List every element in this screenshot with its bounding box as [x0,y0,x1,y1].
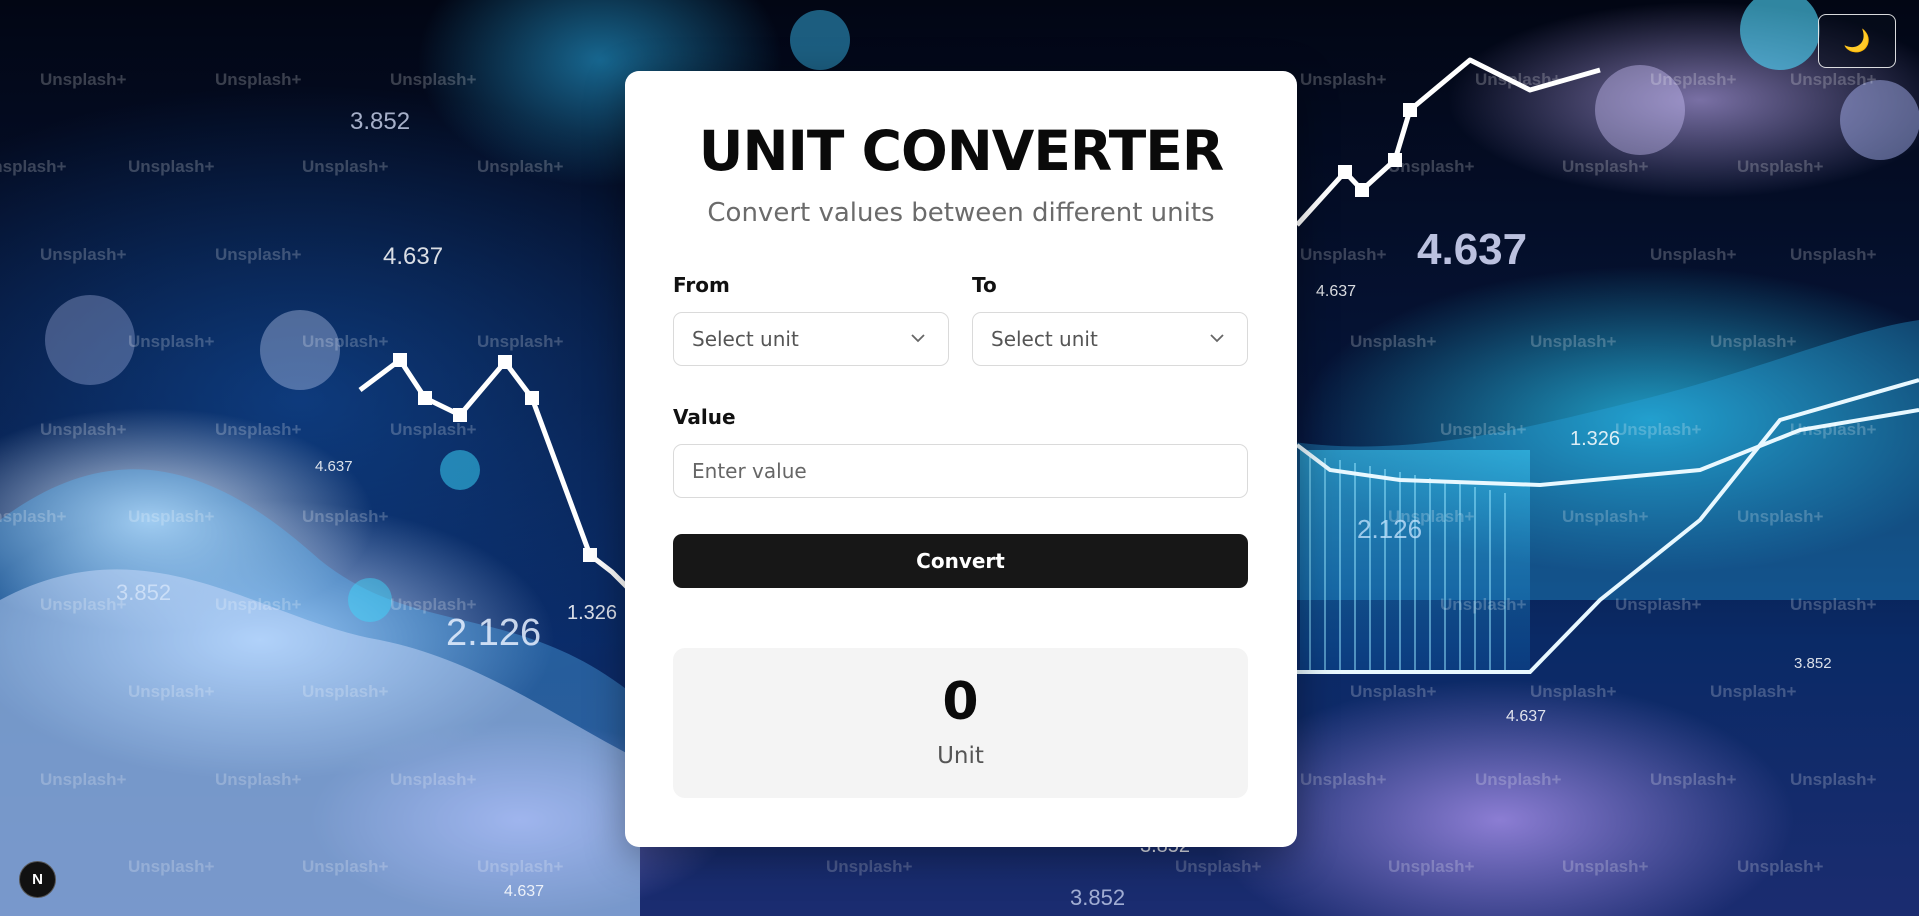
watermark: Unsplash+ [128,682,215,701]
watermark: Unsplash+ [0,507,67,526]
chevron-down-icon [911,334,925,343]
watermark: Unsplash+ [1737,507,1824,526]
chart-number: 3.852 [1794,655,1832,672]
chart-number: 1.326 [1570,428,1621,450]
from-unit-select[interactable]: Select unit [673,312,949,366]
watermark: Unsplash+ [128,507,215,526]
watermark: Unsplash+ [40,595,127,614]
watermark: Unsplash+ [1650,770,1737,789]
watermark: Unsplash+ [40,245,127,264]
chart-number: 3.852 [350,108,411,135]
watermark: Unsplash+ [128,857,215,876]
watermark: Unsplash+ [215,595,302,614]
nextjs-dev-indicator[interactable]: N [19,861,56,898]
page-subtitle: Convert values between different units [707,198,1215,228]
nextjs-logo-icon: N [32,871,43,888]
to-unit-select[interactable]: Select unit [972,312,1248,366]
watermark: Unsplash+ [1737,857,1824,876]
chart-number: 1.326 [567,602,618,624]
chart-number: 4.637 [1417,225,1528,274]
from-unit-placeholder: Select unit [692,327,799,351]
watermark: Unsplash+ [390,420,477,439]
result-unit: Unit [937,743,984,769]
watermark: Unsplash+ [390,770,477,789]
watermark: Unsplash+ [1790,245,1877,264]
to-label: To [972,273,997,297]
watermark: Unsplash+ [1790,595,1877,614]
watermark: Unsplash+ [40,70,127,89]
watermark: Unsplash+ [1300,245,1387,264]
chart-number: 4.637 [1506,708,1547,725]
chart-number: 2.126 [446,612,542,654]
watermark: Unsplash+ [0,157,67,176]
watermark: Unsplash+ [40,770,127,789]
watermark: Unsplash+ [302,682,389,701]
watermark: Unsplash+ [215,420,302,439]
watermark: Unsplash+ [477,157,564,176]
watermark: Unsplash+ [477,857,564,876]
converter-card: UNIT CONVERTER Convert values between di… [625,71,1297,847]
moon-icon: 🌙 [1843,28,1871,53]
convert-button[interactable]: Convert [673,534,1248,588]
chart-number: 4.637 [504,883,545,900]
watermark: Unsplash+ [1350,332,1437,351]
watermark: Unsplash+ [1175,857,1262,876]
watermark: Unsplash+ [1475,70,1562,89]
watermark: Unsplash+ [302,332,389,351]
watermark: Unsplash+ [302,157,389,176]
watermark: Unsplash+ [1350,682,1437,701]
watermark: Unsplash+ [1388,857,1475,876]
chart-number: 3.852 [116,580,172,605]
watermark: Unsplash+ [215,245,302,264]
watermark: Unsplash+ [215,70,302,89]
from-label: From [673,273,730,297]
watermark: Unsplash+ [477,332,564,351]
watermark: Unsplash+ [1440,595,1527,614]
watermark: Unsplash+ [1710,682,1797,701]
watermark: Unsplash+ [1650,245,1737,264]
to-unit-placeholder: Select unit [991,327,1098,351]
watermark: Unsplash+ [1790,420,1877,439]
watermark: Unsplash+ [1562,157,1649,176]
watermark: Unsplash+ [1650,70,1737,89]
watermark: Unsplash+ [128,157,215,176]
result-panel: 0 Unit [673,648,1248,798]
watermark: Unsplash+ [1615,595,1702,614]
watermark: Unsplash+ [1475,770,1562,789]
watermark: Unsplash+ [390,70,477,89]
theme-toggle-button[interactable]: 🌙 [1818,14,1896,68]
watermark: Unsplash+ [1530,682,1617,701]
watermark: Unsplash+ [1562,857,1649,876]
watermark: Unsplash+ [1615,420,1702,439]
chart-number: 2.126 [1357,514,1423,544]
watermark: Unsplash+ [1440,420,1527,439]
watermark: Unsplash+ [1710,332,1797,351]
watermark: Unsplash+ [40,420,127,439]
watermark: Unsplash+ [1790,70,1877,89]
value-input[interactable] [673,444,1248,498]
watermark: Unsplash+ [128,332,215,351]
watermark: Unsplash+ [1562,507,1649,526]
chart-number: 4.637 [315,458,353,475]
watermark: Unsplash+ [1737,157,1824,176]
watermark: Unsplash+ [302,507,389,526]
watermark: Unsplash+ [302,857,389,876]
watermark: Unsplash+ [215,770,302,789]
page-title: UNIT CONVERTER [698,119,1224,183]
value-label: Value [673,405,736,429]
watermark: Unsplash+ [826,857,913,876]
result-value: 0 [942,672,979,732]
chart-number: 4.637 [383,243,444,270]
watermark: Unsplash+ [1300,770,1387,789]
watermark: Unsplash+ [1530,332,1617,351]
chevron-down-icon [1210,334,1224,343]
watermark: Unsplash+ [1300,70,1387,89]
chart-number: 4.637 [1316,283,1357,300]
watermark: Unsplash+ [1388,157,1475,176]
watermark: Unsplash+ [1790,770,1877,789]
chart-number: 3.852 [1070,885,1126,910]
